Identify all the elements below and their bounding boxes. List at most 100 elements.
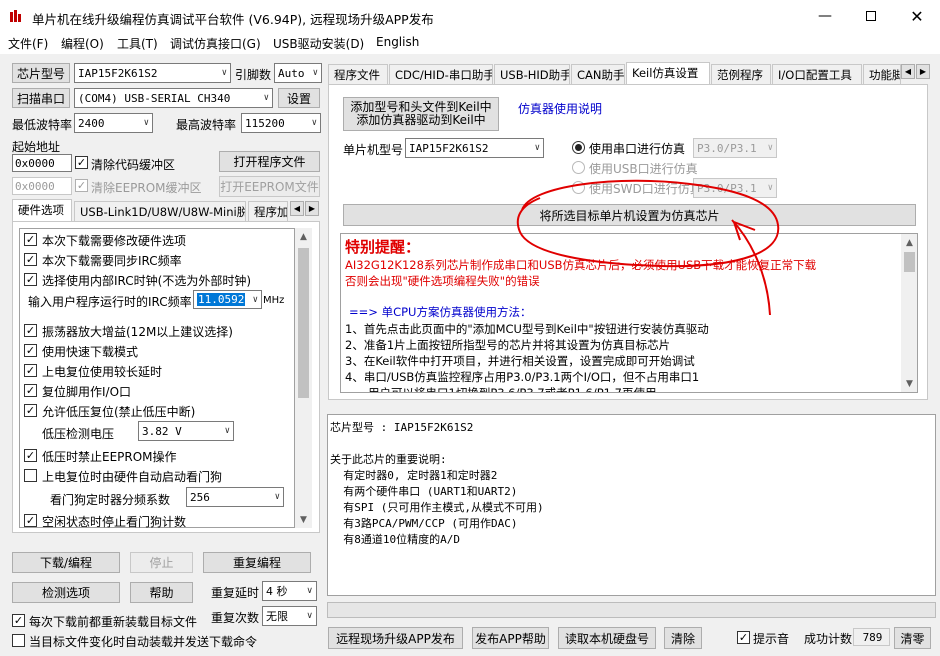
options-scrollbar[interactable]: ▲ ▼ [295,228,312,528]
chevron-down-icon: ∨ [312,68,318,78]
tab-program-add[interactable]: 程序加 [248,201,288,221]
tab-usb-link[interactable]: USB-Link1D/U8W/U8W-Mini脱机 [74,201,246,221]
menu-tools[interactable]: 工具(T) [117,35,158,52]
scroll-thumb[interactable] [298,248,309,398]
scroll-up-icon[interactable]: ▲ [901,234,917,251]
tab-right-arrow-icon[interactable]: ▶ [916,64,930,79]
scroll-down-icon[interactable]: ▼ [901,375,917,392]
chevron-down-icon: ∨ [311,118,317,128]
notice-step-3: 3、在Keil软件中打开项目，并进行相关设置，设置完成即可开始调试 [345,354,695,368]
chip-info-textarea[interactable]: 芯片型号 : IAP15F2K61S2 关于此芯片的重要说明: 有定时器0, 定… [327,414,936,596]
tab-function-pin[interactable]: 功能脚 [863,64,901,84]
tab-usb-hid[interactable]: USB-HID助手 [494,64,570,84]
min-baud-select[interactable]: 2400 ∨ [74,113,153,133]
tab-can[interactable]: CAN助手 [571,64,625,84]
info-line-1: 芯片型号 : IAP15F2K61S2 [330,421,474,434]
menu-bar: 文件(F) 编程(O) 工具(T) 调试仿真接口(G) USB驱动安装(D) E… [0,32,940,54]
tab-examples[interactable]: 范例程序 [711,64,771,84]
right-tab-strip: 程序文件 CDC/HID-串口助手 USB-HID助手 CAN助手 Keil仿真… [328,62,940,84]
idle-wdt-checkbox[interactable]: ✓ [24,514,37,527]
serial-emulation-radio[interactable] [572,141,585,154]
reset-io-checkbox[interactable]: ✓ [24,384,37,397]
scan-port-button[interactable]: 扫描串口 [12,88,70,108]
tab-left-arrow-icon[interactable]: ◀ [901,64,915,79]
chip-model-button[interactable]: 芯片型号 [12,63,70,83]
scroll-down-icon[interactable]: ▼ [295,511,312,528]
serial-port-select[interactable]: P3.0/P3.1 ∨ [693,138,777,158]
red-annotation-circle [516,179,780,316]
emulator-help-link[interactable]: 仿真器使用说明 [518,100,602,117]
wdt-div-label: 看门狗定时器分频系数 [50,493,171,507]
clear-button[interactable]: 清除 [664,627,702,649]
tab-io-config[interactable]: I/O口配置工具 [772,64,862,84]
notice-scrollbar[interactable]: ▲ ▼ [901,234,917,392]
check-options-button[interactable]: 检测选项 [12,582,120,603]
irc-freq-select[interactable]: 11.0592 ∨ [193,290,262,309]
settings-button[interactable]: 设置 [278,88,320,108]
scroll-up-icon[interactable]: ▲ [295,228,312,245]
reset-count-button[interactable]: 清零 [894,627,931,649]
max-baud-label: 最高波特率 [176,118,237,132]
tab-left-arrow-icon[interactable]: ◀ [290,201,304,216]
chip-model-select[interactable]: IAP15F2K61S2 ∨ [74,63,231,83]
menu-file[interactable]: 文件(F) [8,35,48,52]
code-addr-input[interactable]: 0x0000 [12,154,72,172]
pin-count-select[interactable]: Auto ∨ [274,63,322,83]
repeat-count-select[interactable]: 无限 ∨ [262,606,317,626]
remote-publish-button[interactable]: 远程现场升级APP发布 [328,627,463,649]
menu-debug[interactable]: 调试仿真接口(G) [170,35,261,52]
scroll-thumb[interactable] [904,252,915,272]
sync-irc-checkbox[interactable]: ✓ [24,253,37,266]
power-delay-label: 上电复位使用较长延时 [42,365,163,379]
fast-download-checkbox[interactable]: ✓ [24,344,37,357]
open-eeprom-button[interactable]: 打开EEPROM文件 [219,176,320,197]
low-volt-select[interactable]: 3.82 V ∨ [138,421,234,441]
beep-checkbox[interactable]: ✓ [737,631,750,644]
max-baud-select[interactable]: 115200 ∨ [241,113,321,133]
port-select[interactable]: (COM4) USB-SERIAL CH340 ∨ [74,88,273,108]
reload-checkbox[interactable]: ✓ [12,614,25,627]
chevron-down-icon: ∨ [143,118,149,128]
reprogram-button[interactable]: 重复编程 [203,552,311,573]
minimize-icon[interactable]: — [802,0,848,32]
tab-right-arrow-icon[interactable]: ▶ [305,201,319,216]
help-button[interactable]: 帮助 [130,582,193,603]
low-volt-eeprom-label: 低压时禁止EEPROM操作 [42,450,177,464]
add-keil-button[interactable]: 添加型号和头文件到Keil中 添加仿真器驱动到Keil中 [343,97,499,131]
maximize-icon[interactable] [848,0,894,32]
low-volt-reset-checkbox[interactable]: ✓ [24,404,37,417]
tab-hardware-options[interactable]: 硬件选项 [12,199,72,221]
clear-code-checkbox[interactable]: ✓ [75,156,88,169]
download-button[interactable]: 下载/编程 [12,552,120,573]
min-baud-label: 最低波特率 [12,118,73,132]
tab-cdc-serial[interactable]: CDC/HID-串口助手 [389,64,493,84]
stop-button[interactable]: 停止 [130,552,193,573]
info-line-3: 关于此芯片的重要说明: [330,453,447,466]
open-program-button[interactable]: 打开程序文件 [219,151,320,172]
menu-program[interactable]: 编程(O) [61,35,104,52]
low-volt-reset-label: 允许低压复位(禁止低压中断) [42,405,196,419]
read-disk-button[interactable]: 读取本机硬盘号 [558,627,656,649]
menu-usb-driver[interactable]: USB驱动安装(D) [273,35,364,52]
internal-irc-checkbox[interactable]: ✓ [24,273,37,286]
publish-help-button[interactable]: 发布APP帮助 [472,627,549,649]
power-delay-checkbox[interactable]: ✓ [24,364,37,377]
wdt-div-select[interactable]: 256 ∨ [186,487,284,507]
modify-hw-checkbox[interactable]: ✓ [24,233,37,246]
low-volt-eeprom-checkbox[interactable]: ✓ [24,449,37,462]
close-icon[interactable]: ✕ [894,0,940,32]
power-watchdog-checkbox[interactable] [24,469,37,482]
window-title: 单片机在线升级编程仿真调试平台软件 (V6.94P), 远程现场升级APP发布 [32,12,434,27]
tab-keil-emulation[interactable]: Keil仿真设置 [626,62,710,84]
mcu-model-select[interactable]: IAP15F2K61S2 ∨ [405,138,544,158]
repeat-delay-select[interactable]: 4 秒 ∨ [262,581,317,601]
osc-gain-checkbox[interactable]: ✓ [24,324,37,337]
pin-count-label: 引脚数 [235,68,272,82]
eeprom-addr-input[interactable]: 0x0000 [12,177,72,195]
notice-step-5: 用户可以将串口1切换到P3.6/P3.7或者P1.6/P1.7再使用 [345,386,657,393]
clear-eeprom-checkbox[interactable]: ✓ [75,179,88,192]
tab-program-file[interactable]: 程序文件 [328,64,388,84]
menu-english[interactable]: English [376,35,419,49]
auto-send-checkbox[interactable] [12,634,25,647]
internal-irc-label: 选择使用内部IRC时钟(不选为外部时钟) [42,274,252,288]
